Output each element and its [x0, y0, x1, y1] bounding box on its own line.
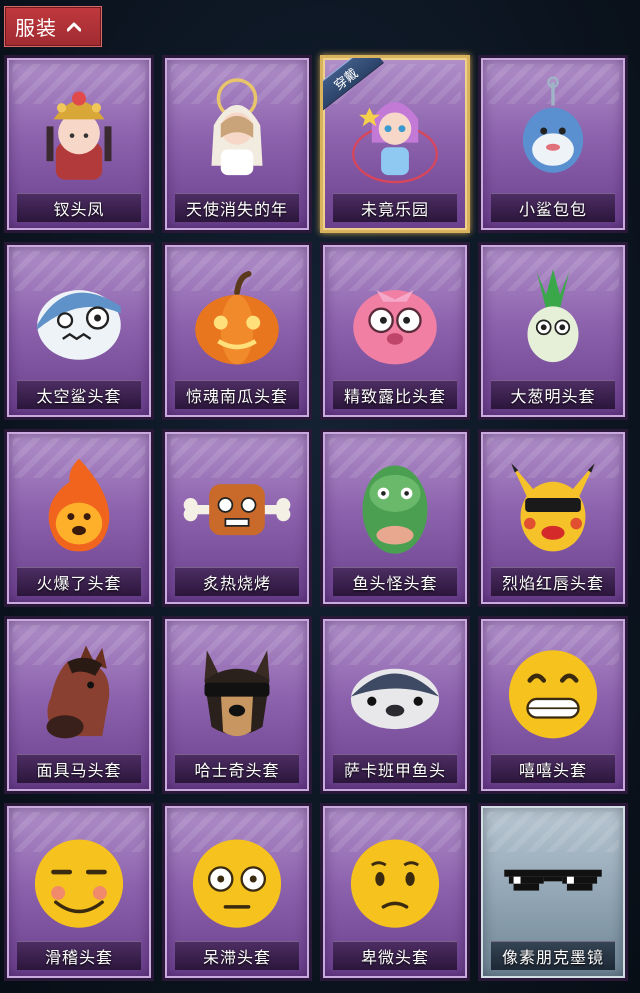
name-bar: 炙热烧烤: [175, 567, 299, 596]
costume-card[interactable]: 炙热烧烤: [162, 429, 312, 607]
costume-name: 呆滞头套: [202, 948, 271, 967]
space-shark-head-icon: [7, 253, 151, 383]
name-bar: 烈焰红唇头套: [491, 567, 615, 596]
costume-name: 小鲨包包: [518, 200, 587, 219]
costume-card[interactable]: 像素朋克墨镜: [478, 803, 628, 981]
angel-doll-icon: [165, 66, 309, 196]
costume-card[interactable]: 萨卡班甲鱼头: [320, 616, 470, 794]
costume-panel: 服装 钗头凤 天使消失的年 穿戴 未竟乐园 小鲨包包 太空鲨头套 惊魂南瓜头套 …: [0, 0, 640, 993]
costume-name: 萨卡班甲鱼头: [343, 761, 446, 780]
name-bar: 天使消失的年: [175, 193, 299, 222]
costume-card[interactable]: 哈士奇头套: [162, 616, 312, 794]
phoenix-crown-doll-icon: [7, 66, 151, 196]
costume-card[interactable]: 嘻嘻头套: [478, 616, 628, 794]
name-bar: 卑微头套: [333, 941, 457, 970]
costume-card[interactable]: 小鲨包包: [478, 55, 628, 233]
name-bar: 呆滞头套: [175, 941, 299, 970]
name-bar: 鱼头怪头套: [333, 567, 457, 596]
costume-name: 精致露比头套: [343, 387, 446, 406]
name-bar: 精致露比头套: [333, 380, 457, 409]
costume-card[interactable]: 惊魂南瓜头套: [162, 242, 312, 420]
costume-card[interactable]: 精致露比头套: [320, 242, 470, 420]
chevron-up-icon: [67, 22, 81, 31]
costume-card-equipped[interactable]: 穿戴 未竟乐园: [320, 55, 470, 233]
pink-beaver-head-icon: [323, 253, 467, 383]
costume-card[interactable]: 面具马头套: [4, 616, 154, 794]
costume-name: 嘻嘻头套: [518, 761, 587, 780]
bbq-meat-head-icon: [165, 440, 309, 570]
costume-name: 烈焰红唇头套: [501, 574, 604, 593]
costume-card[interactable]: 烈焰红唇头套: [478, 429, 628, 607]
costume-name: 滑稽头套: [44, 948, 113, 967]
costume-tab[interactable]: 服装: [4, 6, 102, 47]
costume-name: 卑微头套: [360, 948, 429, 967]
costume-card[interactable]: 火爆了头套: [4, 429, 154, 607]
sacabambaspis-head-icon: [323, 627, 467, 757]
costume-name: 天使消失的年: [185, 200, 288, 219]
shark-bag-icon: [481, 66, 625, 196]
name-bar: 惊魂南瓜头套: [175, 380, 299, 409]
costume-card[interactable]: 鱼头怪头套: [320, 429, 470, 607]
name-bar: 小鲨包包: [491, 193, 615, 222]
costume-name: 钗头凤: [53, 200, 105, 219]
costume-name: 哈士奇头套: [194, 761, 280, 780]
fish-head-icon: [323, 440, 467, 570]
name-bar: 大葱明头套: [491, 380, 615, 409]
name-bar: 火爆了头套: [17, 567, 141, 596]
costume-grid: 钗头凤 天使消失的年 穿戴 未竟乐园 小鲨包包 太空鲨头套 惊魂南瓜头套 精致露…: [4, 55, 636, 981]
name-bar: 嘻嘻头套: [491, 754, 615, 783]
name-bar: 萨卡班甲鱼头: [333, 754, 457, 783]
costume-name: 惊魂南瓜头套: [185, 387, 288, 406]
costume-name: 大葱明头套: [510, 387, 596, 406]
husky-head-icon: [165, 627, 309, 757]
costume-card[interactable]: 太空鲨头套: [4, 242, 154, 420]
costume-name: 未竟乐园: [360, 200, 429, 219]
costume-card[interactable]: 呆滞头套: [162, 803, 312, 981]
name-bar: 太空鲨头套: [17, 380, 141, 409]
costume-card[interactable]: 钗头凤: [4, 55, 154, 233]
costume-name: 像素朋克墨镜: [501, 948, 604, 967]
name-bar: 哈士奇头套: [175, 754, 299, 783]
scallion-head-icon: [481, 253, 625, 383]
yellow-mouse-head-icon: [481, 440, 625, 570]
dazed-emoji-head-icon: [165, 814, 309, 944]
name-bar: 像素朋克墨镜: [491, 941, 615, 970]
costume-tab-label: 服装: [15, 16, 57, 40]
costume-name: 鱼头怪头套: [352, 574, 438, 593]
pumpkin-head-icon: [165, 253, 309, 383]
costume-name: 太空鲨头套: [36, 387, 122, 406]
costume-name: 炙热烧烤: [202, 574, 271, 593]
name-bar: 未竟乐园: [333, 193, 457, 222]
name-bar: 面具马头套: [17, 754, 141, 783]
fire-head-icon: [7, 440, 151, 570]
name-bar: 钗头凤: [17, 193, 141, 222]
costume-card[interactable]: 卑微头套: [320, 803, 470, 981]
costume-name: 面具马头套: [36, 761, 122, 780]
costume-card[interactable]: 大葱明头套: [478, 242, 628, 420]
horse-mask-icon: [7, 627, 151, 757]
name-bar: 滑稽头套: [17, 941, 141, 970]
costume-card[interactable]: 天使消失的年: [162, 55, 312, 233]
funny-emoji-head-icon: [7, 814, 151, 944]
grinning-emoji-head-icon: [481, 627, 625, 757]
costume-card[interactable]: 滑稽头套: [4, 803, 154, 981]
humble-emoji-head-icon: [323, 814, 467, 944]
costume-name: 火爆了头套: [36, 574, 122, 593]
pixel-sunglasses-icon: [481, 814, 625, 944]
